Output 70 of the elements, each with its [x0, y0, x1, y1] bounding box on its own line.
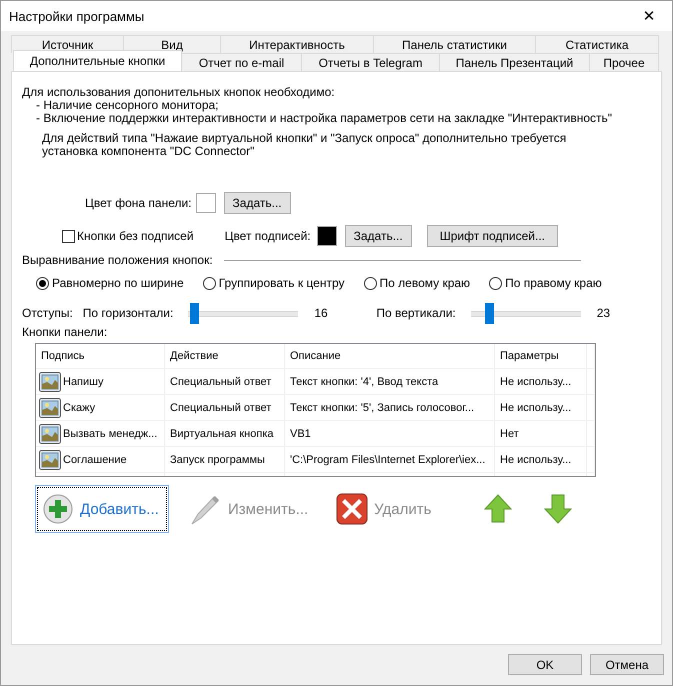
radio-button[interactable]: [36, 276, 49, 290]
table-cell: Вызвать менедж...: [63, 428, 158, 440]
window-title: Настройки программы: [9, 8, 144, 24]
arrow-up-icon: [483, 493, 514, 525]
radio-button[interactable]: [202, 276, 216, 290]
table-cell: Виртуальная кнопка: [165, 421, 285, 446]
radio-option[interactable]: Равномерно по ширине: [36, 276, 184, 290]
set-color-button[interactable]: Задать...: [344, 225, 412, 247]
table-label: Кнопки панели:: [22, 326, 108, 339]
table-cell: Текст кнопки: '5', Запись голосовог...: [285, 395, 495, 420]
slider-thumb[interactable]: [485, 302, 494, 324]
table-cell: Соглашение: [63, 454, 127, 466]
tab[interactable]: Дополнительные кнопки: [13, 50, 182, 71]
image-icon: [39, 372, 61, 392]
add-button[interactable]: Добавить...: [35, 485, 169, 533]
table-cell: Специальный ответ: [165, 395, 285, 420]
column-header[interactable]: Подпись: [36, 344, 165, 368]
table-cell: Напишу: [63, 376, 104, 388]
color-swatch[interactable]: [316, 226, 337, 246]
table-cell: Не использу...: [495, 447, 587, 472]
slider-label: По вертикали:: [376, 306, 456, 320]
slider-value: 23: [596, 306, 612, 320]
tab[interactable]: Статистика: [535, 35, 659, 53]
image-icon: [39, 450, 61, 470]
note-text: установка компонента "DC Connector": [42, 145, 254, 158]
note-text: Для действий типа "Нажаие виртуальной кнопки" и "Запуск опроса" дополнительно требуется: [42, 132, 568, 145]
table-cell: Не использу...: [495, 369, 587, 394]
dialog-button[interactable]: Отмена: [590, 654, 664, 675]
image-icon: [39, 424, 61, 444]
table-cell: Скажу: [63, 402, 96, 414]
table-cell: Не использу...: [495, 395, 587, 420]
checkbox-box[interactable]: [62, 230, 75, 242]
table-cell: Запуск программы: [165, 447, 285, 472]
tab[interactable]: Панель Презентаций: [439, 53, 590, 71]
color-swatch[interactable]: [196, 193, 216, 213]
field-label: Отступы:: [22, 306, 73, 320]
table-cell: Текст кнопки: '4', Ввод текста: [285, 369, 495, 394]
radio-button[interactable]: [489, 276, 502, 290]
slider-value: 16: [314, 306, 329, 320]
tab[interactable]: Отчеты в Telegram: [301, 53, 440, 71]
close-button[interactable]: ✕: [626, 1, 672, 31]
slider-thumb[interactable]: [190, 302, 199, 324]
field-label: Цвет подписей:: [224, 229, 311, 243]
radio-button[interactable]: [364, 276, 377, 290]
checkbox[interactable]: Кнопки без подписей: [62, 229, 194, 243]
table-cell: Специальный ответ: [165, 369, 285, 394]
field-label: Цвет фона панели:: [85, 196, 192, 210]
tab[interactable]: Прочее: [589, 53, 659, 71]
tab[interactable]: Интерактивность: [220, 35, 374, 53]
plus-icon: [42, 493, 74, 525]
requirement-text: - Включение поддержки интерактивности и настройка параметров сети на закладке "Интерактивность": [35, 112, 614, 125]
table-cell: Нет: [495, 421, 587, 446]
delete-icon: [336, 493, 368, 525]
dialog-button[interactable]: OK: [508, 654, 582, 675]
set-color-button[interactable]: Задать...: [224, 192, 291, 214]
slider-label: По горизонтали:: [82, 306, 174, 320]
table-cell: VB1: [285, 421, 495, 446]
column-header[interactable]: Параметры: [495, 344, 587, 368]
column-header[interactable]: Действие: [165, 344, 285, 368]
intro-heading: Для использования допонительных кнопок необходимо:: [22, 86, 336, 99]
radio-option[interactable]: По правому краю: [489, 276, 602, 290]
image-icon: [39, 398, 61, 418]
requirement-text: - Наличие сенсорного монитора;: [36, 99, 219, 112]
font-button[interactable]: Шрифт подписей...: [426, 225, 558, 247]
radio-option[interactable]: По левому краю: [364, 276, 470, 290]
column-header[interactable]: Описание: [285, 344, 495, 368]
arrow-down-icon: [543, 493, 574, 525]
table-cell: 'C:\Program Files\Internet Explorer\iex...: [285, 447, 495, 472]
radio-option[interactable]: Группировать к центру: [202, 276, 345, 290]
group-label: Выравнивание положения кнопок:: [22, 253, 213, 267]
